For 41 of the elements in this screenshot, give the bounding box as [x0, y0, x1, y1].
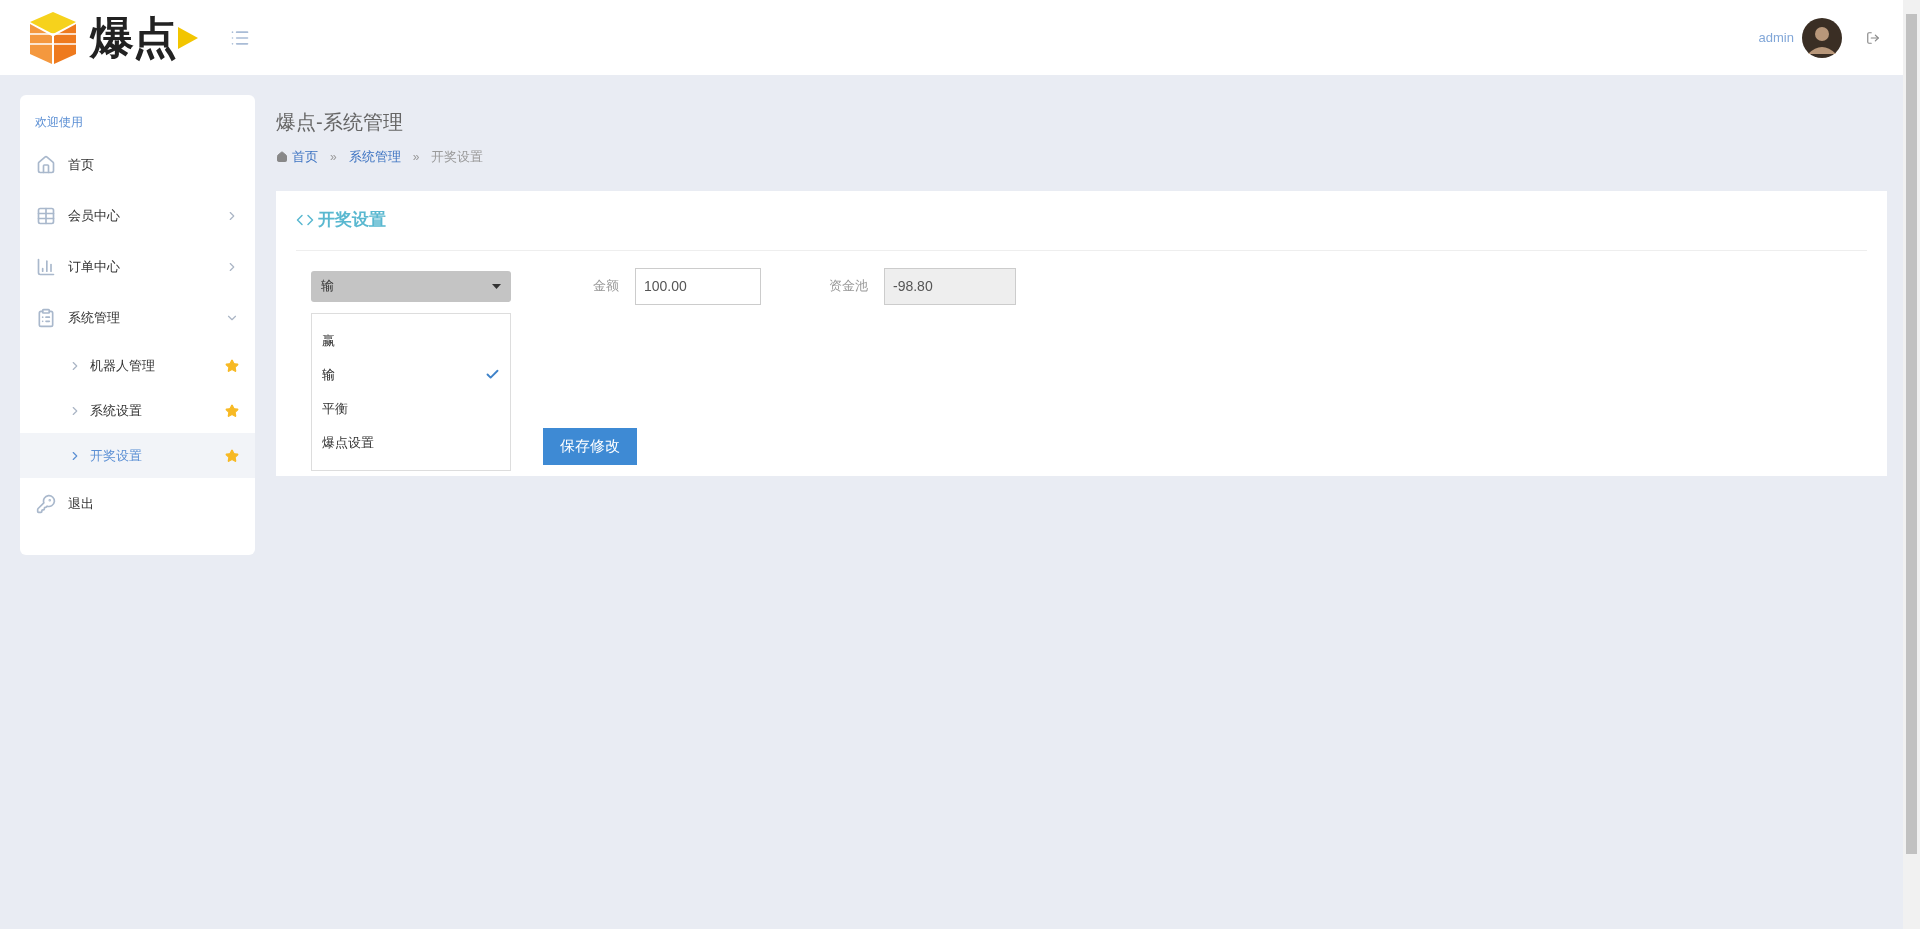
card-title: 开奖设置 [318, 209, 386, 232]
breadcrumb-separator: » [412, 148, 420, 166]
check-icon [485, 367, 500, 382]
breadcrumb-separator: » [330, 148, 337, 166]
scrollbar-thumb[interactable] [1906, 14, 1917, 854]
dropdown-option[interactable]: 爆点设置 [312, 425, 510, 460]
amount-field[interactable]: 100.00 [635, 267, 761, 305]
home-icon [36, 154, 56, 175]
sidebar-item[interactable]: 首页 [20, 139, 255, 190]
save-button[interactable]: 保存修改 [543, 427, 637, 465]
breadcrumb-current: 开奖设置 [431, 148, 484, 166]
sidebar-item[interactable]: 退出 [20, 478, 255, 529]
avatar[interactable] [1802, 17, 1842, 58]
caret-down-icon [492, 283, 501, 289]
home-icon [276, 150, 288, 163]
sidebar-heading: 欢迎使用 [34, 114, 84, 131]
page-title: 爆点-系统管理 [276, 110, 404, 135]
dropdown-option[interactable]: 输 [312, 357, 510, 392]
list-icon [36, 307, 56, 328]
logout-icon[interactable] [1866, 30, 1880, 45]
sidebar-item[interactable]: 会员中心 [20, 190, 255, 241]
play-triangle-icon [177, 26, 198, 49]
bar-chart-icon [36, 256, 56, 277]
breadcrumb-link[interactable]: 系统管理 [348, 147, 401, 167]
select-dropdown[interactable]: 输 [311, 270, 511, 302]
sidebar-item[interactable]: 系统管理 [20, 292, 255, 343]
star-icon [225, 448, 239, 463]
field-label: 资金池 [829, 277, 868, 296]
star-icon [225, 358, 239, 373]
sidebar-subitem[interactable]: 系统设置 [20, 388, 255, 433]
dropdown-option[interactable]: 平衡 [312, 391, 510, 426]
table-icon [36, 205, 56, 226]
sidebar-subitem[interactable]: 机器人管理 [20, 343, 255, 388]
cube-logo-icon [28, 9, 78, 66]
logo-text: 爆点 [90, 15, 176, 60]
breadcrumb-link[interactable]: 首页 [292, 147, 318, 167]
sidebar-item[interactable]: 订单中心 [20, 241, 255, 292]
star-icon [225, 403, 239, 418]
dropdown-option[interactable]: 赢 [312, 323, 510, 358]
field-label: 金额 [593, 277, 619, 296]
key-icon [36, 493, 56, 514]
